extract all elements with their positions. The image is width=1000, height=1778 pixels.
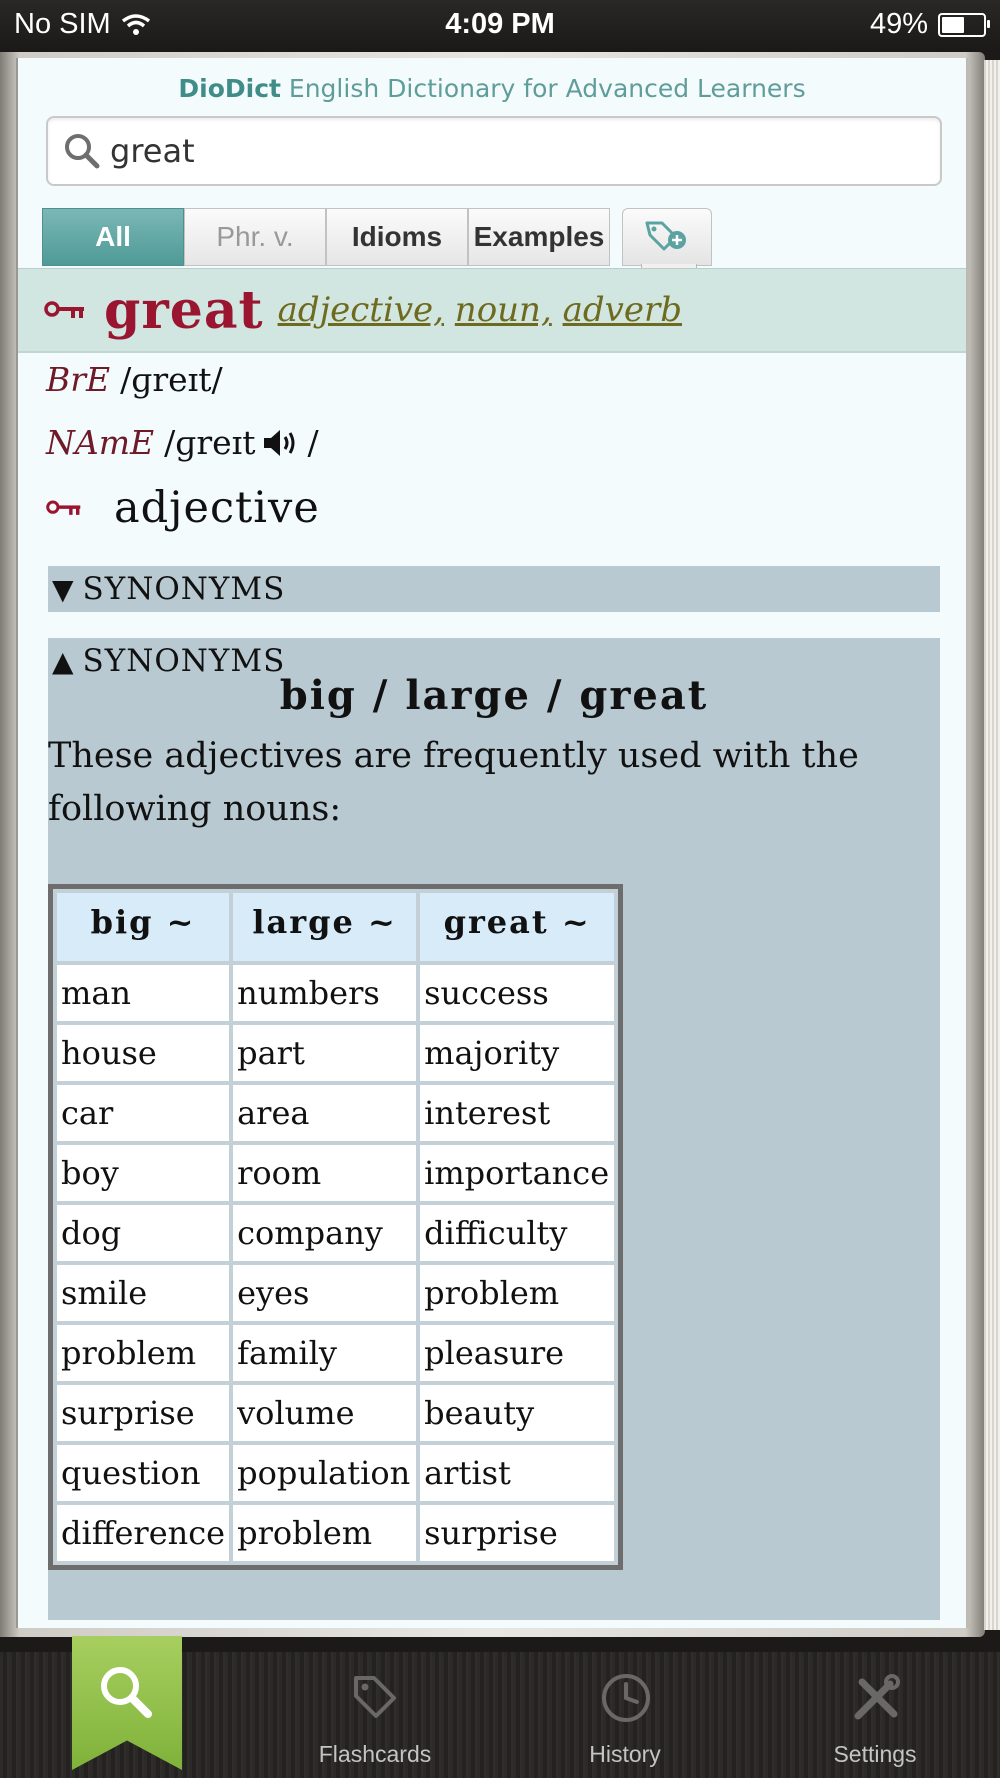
synonyms-description: These adjectives are frequently used wit… — [48, 736, 859, 829]
table-cell: question — [57, 1445, 230, 1501]
tag-icon — [354, 1676, 396, 1718]
key-icon — [46, 500, 81, 515]
dictionary-page[interactable]: DioDict English Dictionary for Advanced … — [16, 58, 969, 1628]
synonyms-collapsed-toggle[interactable]: ▼ SYNONYMS — [48, 566, 940, 612]
filter-tabs: All Phr. v. Idioms Examples — [42, 208, 610, 266]
parts-of-speech: adjective, noun, adverb — [278, 290, 682, 330]
table-cell: area — [233, 1085, 417, 1141]
synonyms-subtitle: big / large / great — [279, 672, 709, 719]
table-row: man numbers success — [57, 965, 615, 1021]
table-cell: company — [233, 1205, 417, 1261]
tab-idioms[interactable]: Idioms — [326, 208, 468, 266]
table-cell: surprise — [57, 1385, 230, 1441]
table-cell: success — [420, 965, 615, 1021]
table-row: smile eyes problem — [57, 1265, 615, 1321]
headword: great — [104, 279, 264, 341]
tab-examples[interactable]: Examples — [468, 208, 610, 266]
table-cell: boy — [57, 1145, 230, 1201]
table-cell: eyes — [233, 1265, 417, 1321]
page-edge — [984, 60, 1000, 1630]
table-cell: part — [233, 1025, 417, 1081]
search-icon — [101, 1667, 152, 1718]
table-cell: volume — [233, 1385, 417, 1441]
table-row: difference problem surprise — [57, 1505, 615, 1561]
speaker-icon[interactable] — [261, 426, 301, 460]
table-cell: interest — [420, 1085, 615, 1141]
table-cell: majority — [420, 1025, 615, 1081]
table-cell: pleasure — [420, 1325, 615, 1381]
clock-icon — [602, 1674, 650, 1722]
table-cell: room — [233, 1145, 417, 1201]
search-bar[interactable] — [46, 116, 942, 186]
table-cell: dog — [57, 1205, 230, 1261]
table-row: dog company difficulty — [57, 1205, 615, 1261]
app-title: DioDict English Dictionary for Advanced … — [178, 74, 806, 103]
table-cell: beauty — [420, 1385, 615, 1441]
synonyms-panel: ▲ SYNONYMS big / large / great These adj… — [48, 638, 940, 1620]
pos-link-noun[interactable]: noun, — [455, 290, 552, 330]
table-cell: problem — [420, 1265, 615, 1321]
status-bar: No SIM 4:09 PM 49% — [0, 0, 1000, 52]
table-header-row: big ~ large ~ great ~ — [57, 893, 615, 961]
pos-link-adjective[interactable]: adjective, — [278, 290, 444, 330]
add-flashcard-button[interactable] — [622, 208, 712, 266]
table-cell: artist — [420, 1445, 615, 1501]
collocation-table: big ~ large ~ great ~ man numbers success h… — [48, 884, 624, 1570]
pron-label-name: NAmE — [46, 423, 155, 462]
ipa-bre: /ɡreɪt/ — [120, 360, 223, 399]
tools-icon — [854, 1674, 900, 1720]
pos-section-header: adjective — [46, 483, 320, 533]
table-cell: smile — [57, 1265, 230, 1321]
pron-label-bre: BrE — [46, 360, 111, 399]
table-cell: problem — [57, 1325, 230, 1381]
key-icon — [44, 301, 84, 318]
pos-link-adverb[interactable]: adverb — [563, 290, 682, 330]
table-cell: difficulty — [420, 1205, 615, 1261]
table-row: car area interest — [57, 1085, 615, 1141]
nav-label: History — [589, 1741, 661, 1767]
table-row: boy room importance — [57, 1145, 615, 1201]
table-row: surprise volume beauty — [57, 1385, 615, 1441]
nav-label: Settings — [833, 1741, 917, 1767]
clock: 4:09 PM — [445, 8, 555, 40]
ipa-name: /ɡreɪt — [164, 423, 256, 462]
search-input[interactable] — [108, 131, 912, 171]
tag-add-icon — [645, 221, 686, 251]
table-cell: population — [233, 1445, 417, 1501]
pronunciation-name: NAmE /ɡreɪt / — [46, 423, 319, 462]
search-icon — [65, 134, 100, 169]
table-row: house part majority — [57, 1025, 615, 1081]
battery-icon — [938, 12, 990, 37]
column-header: great ~ — [420, 893, 615, 961]
tab-phrasal-verbs[interactable]: Phr. v. — [184, 208, 326, 266]
table-cell: surprise — [420, 1505, 615, 1561]
table-cell: problem — [233, 1505, 417, 1561]
expand-arrow-icon: ▼ — [52, 572, 75, 606]
table-cell: numbers — [233, 965, 417, 1021]
table-row: problem family pleasure — [57, 1325, 615, 1381]
pos-section-title: adjective — [114, 483, 320, 533]
nav-history[interactable]: History — [540, 1652, 710, 1778]
synonyms-label: SYNONYMS — [82, 571, 286, 607]
table-cell: family — [233, 1325, 417, 1381]
table-cell: difference — [57, 1505, 230, 1561]
nav-label: Flashcards — [318, 1741, 432, 1767]
ipa-name-end: / — [307, 423, 319, 462]
column-header: large ~ — [233, 893, 417, 961]
nav-settings[interactable]: Settings — [790, 1652, 960, 1778]
table-cell: man — [57, 965, 230, 1021]
nav-flashcards[interactable]: Flashcards — [290, 1652, 460, 1778]
entry-header: great adjective, noun, adverb — [18, 268, 966, 353]
battery-percent: 49% — [869, 8, 928, 40]
table-cell: importance — [420, 1145, 615, 1201]
column-header: big ~ — [57, 893, 230, 961]
tab-all[interactable]: All — [42, 208, 184, 266]
table-row: question population artist — [57, 1445, 615, 1501]
pronunciation-bre: BrE /ɡreɪt/ — [46, 360, 223, 399]
table-cell: car — [57, 1085, 230, 1141]
table-cell: house — [57, 1025, 230, 1081]
